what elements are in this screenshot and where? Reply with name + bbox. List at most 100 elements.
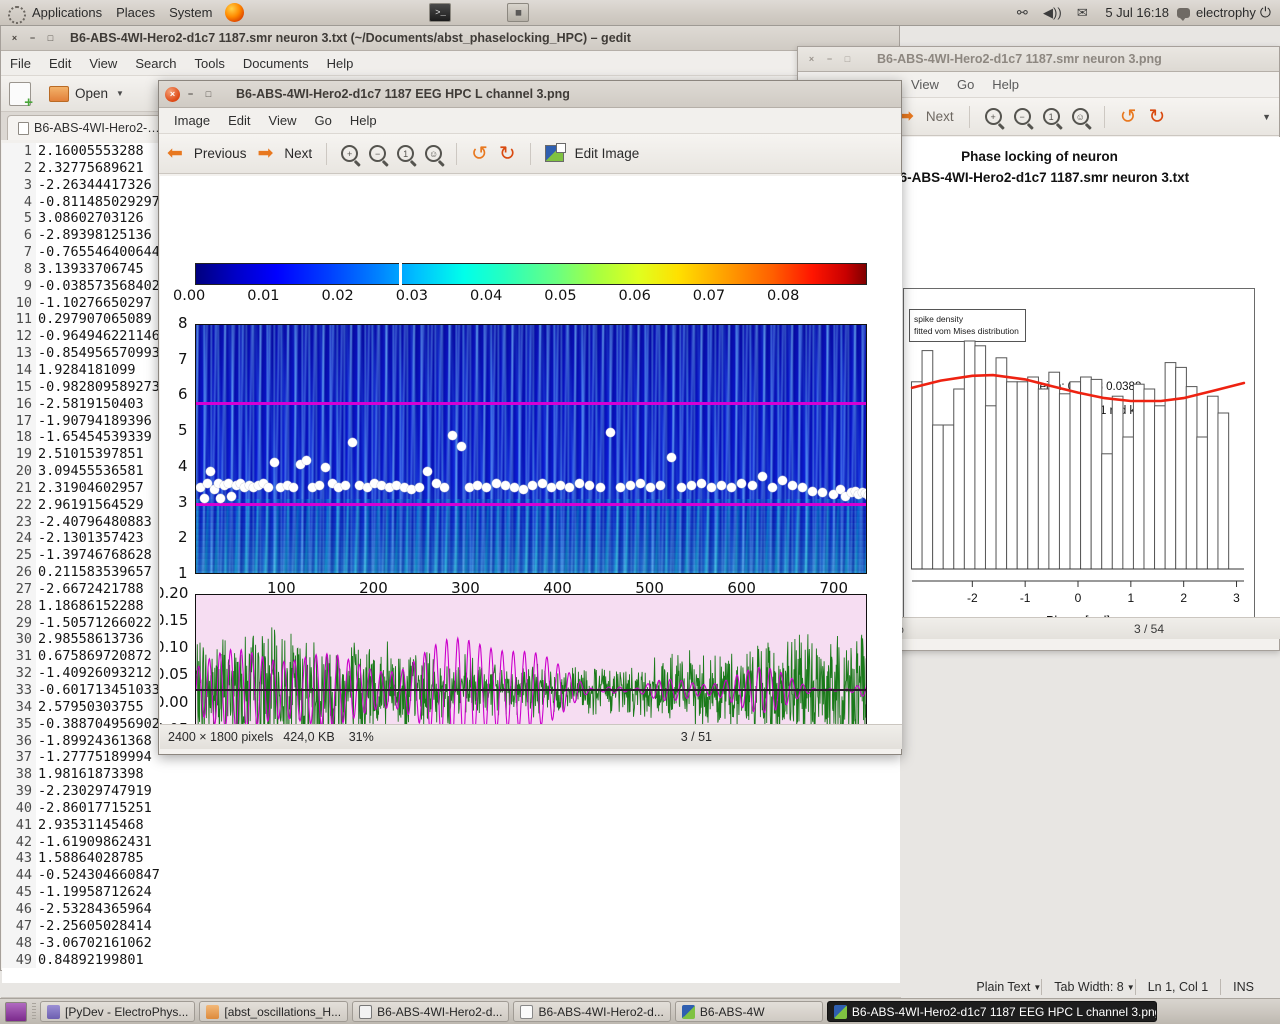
eog-front-menu-go[interactable]: Go	[306, 113, 341, 128]
line-value: -0.982809589273	[36, 379, 160, 396]
eog-back-maximize-button[interactable]: □	[840, 52, 855, 67]
line-value: -3.06702161062	[36, 935, 152, 952]
eog-back-menu-view[interactable]: View	[902, 77, 948, 92]
panel-username[interactable]: electrophy	[1194, 5, 1260, 20]
eog-front-image-canvas[interactable]: 0.000.010.020.030.040.050.060.070.08 123…	[160, 176, 902, 724]
eog-front-next-button[interactable]: Next	[284, 146, 312, 161]
zoom-fit-icon[interactable]: ☺	[1072, 108, 1089, 125]
eog-front-menu-view[interactable]: View	[260, 113, 306, 128]
signal-y-tick: 0.05	[160, 665, 188, 683]
panel-clock[interactable]: 5 Jul 16:18	[1097, 5, 1177, 20]
chat-status-icon[interactable]	[1177, 8, 1190, 18]
eog-front-menu-help[interactable]: Help	[341, 113, 386, 128]
rotate-clockwise-icon[interactable]: ↻	[1148, 107, 1165, 127]
zoom-out-icon[interactable]: −	[1014, 108, 1031, 125]
taskbar-button[interactable]: B6-ABS-4W	[675, 1001, 823, 1022]
menu-system[interactable]: System	[162, 0, 219, 26]
zoom-normal-icon[interactable]: 1	[1043, 108, 1060, 125]
eog-front-menu-edit[interactable]: Edit	[219, 113, 259, 128]
line-value: -2.25605028414	[36, 918, 152, 935]
code-line: 412.93531145468	[2, 817, 900, 834]
eog-back-menu-help[interactable]: Help	[983, 77, 1028, 92]
signal-y-tick: 0.15	[160, 611, 188, 629]
eog-front-minimize-button[interactable]: −	[183, 87, 198, 102]
terminal-launcher-icon[interactable]: >_	[429, 3, 451, 22]
tab-width-selector[interactable]: Tab Width: 8	[1042, 980, 1135, 994]
open-dropdown-icon[interactable]: ▼	[116, 89, 124, 98]
gedit-menu-view[interactable]: View	[80, 51, 126, 76]
gedit-tab-document[interactable]: B6-ABS-4WI-Hero2-…	[7, 115, 171, 140]
taskbar-button[interactable]: B6-ABS-4WI-Hero2-d...	[513, 1001, 670, 1022]
menu-applications[interactable]: Applications	[25, 0, 109, 26]
spectrogram-peak-frequency-dot	[492, 479, 501, 488]
gedit-menu-file[interactable]: File	[1, 51, 40, 76]
gedit-minimize-button[interactable]: −	[25, 31, 40, 46]
taskbar-button[interactable]: B6-ABS-4WI-Hero2-d1c7 1187 EEG HPC L cha…	[827, 1001, 1157, 1022]
eog-front-menu-image[interactable]: Image	[165, 113, 219, 128]
new-document-icon[interactable]	[9, 82, 31, 106]
gedit-menu-search[interactable]: Search	[126, 51, 185, 76]
ubuntu-logo-icon[interactable]	[7, 5, 23, 21]
code-line: 490.84892199801	[2, 952, 900, 969]
zoom-in-icon[interactable]: +	[985, 108, 1002, 125]
taskbar-button[interactable]: B6-ABS-4WI-Hero2-d...	[352, 1001, 509, 1022]
line-value: -2.23029747919	[36, 783, 152, 800]
gedit-maximize-button[interactable]: □	[43, 31, 58, 46]
eog-back-menu-go[interactable]: Go	[948, 77, 983, 92]
line-number: 20	[2, 463, 36, 480]
eog-front-maximize-button[interactable]: □	[201, 87, 216, 102]
gedit-menu-documents[interactable]: Documents	[234, 51, 318, 76]
language-selector[interactable]: Plain Text	[964, 980, 1042, 994]
colorbar-tick: 0.08	[767, 288, 799, 304]
zoom-in-icon[interactable]: +	[341, 145, 358, 162]
language-dropdown-icon[interactable]: ▼	[1033, 983, 1041, 992]
edit-image-icon[interactable]	[545, 145, 564, 162]
previous-arrow-icon[interactable]: ⬅	[167, 144, 183, 163]
edit-image-button[interactable]: Edit Image	[575, 146, 640, 161]
spectrogram-band-limit-line	[196, 503, 866, 506]
power-icon[interactable]: ⏻	[1260, 4, 1280, 21]
spectrogram-peak-frequency-dot	[808, 487, 817, 496]
eog-back-minimize-button[interactable]: −	[822, 52, 837, 67]
gedit-menu-help[interactable]: Help	[318, 51, 363, 76]
next-arrow-icon[interactable]: ➡	[257, 144, 273, 163]
spectrogram-peak-frequency-dot	[457, 442, 466, 451]
mail-icon[interactable]: ✉	[1072, 3, 1092, 23]
colorbar-tick: 0.04	[470, 288, 502, 304]
tab-width-dropdown-icon[interactable]: ▼	[1127, 983, 1135, 992]
eog-back-close-button[interactable]: ×	[804, 52, 819, 67]
eog-front-previous-button[interactable]: Previous	[194, 146, 247, 161]
colorbar-tick: 0.03	[396, 288, 428, 304]
zoom-fit-icon[interactable]: ☺	[425, 145, 442, 162]
zoom-out-icon[interactable]: −	[369, 145, 386, 162]
line-value: -2.6672421788	[36, 581, 144, 598]
open-button[interactable]: Open	[75, 86, 108, 101]
gedit-menu-edit[interactable]: Edit	[40, 51, 80, 76]
eog-back-next-button[interactable]: Next	[926, 109, 954, 124]
toolbar-overflow-icon[interactable]: ▼	[1262, 112, 1271, 122]
line-value: 2.31904602957	[36, 480, 144, 497]
rotate-counterclockwise-icon[interactable]: ↺	[1120, 107, 1137, 127]
line-value: -0.6017134510330	[36, 682, 168, 699]
rotate-clockwise-icon[interactable]: ↻	[499, 144, 516, 164]
gedit-close-button[interactable]: ×	[7, 31, 22, 46]
eog-front-close-button[interactable]: ×	[165, 87, 180, 102]
volume-icon[interactable]: ◀))	[1042, 3, 1062, 23]
taskbar-button[interactable]: [abst_oscillations_H...	[199, 1001, 348, 1022]
taskbar-grip	[32, 1003, 36, 1021]
firefox-icon[interactable]	[225, 3, 244, 22]
eog-front-window[interactable]: × − □ B6-ABS-4WI-Hero2-d1c7 1187 EEG HPC…	[158, 80, 902, 755]
rotate-counterclockwise-icon[interactable]: ↺	[471, 144, 488, 164]
zoom-normal-icon[interactable]: 1	[397, 145, 414, 162]
spectrogram-peak-frequency-dot	[501, 481, 510, 490]
menu-places[interactable]: Places	[109, 0, 162, 26]
bluetooth-icon[interactable]: ⚯	[1012, 3, 1032, 23]
taskbar-button[interactable]: [PyDev - ElectroPhys...	[40, 1001, 195, 1022]
open-folder-icon[interactable]	[49, 86, 69, 102]
gedit-menu-tools[interactable]: Tools	[186, 51, 234, 76]
show-desktop-button[interactable]	[5, 1002, 27, 1022]
calculator-launcher-icon[interactable]: ▦	[507, 3, 529, 22]
image-index: 3 / 51	[681, 730, 902, 744]
line-number: 27	[2, 581, 36, 598]
cursor-position: Ln 1, Col 1	[1136, 980, 1220, 994]
